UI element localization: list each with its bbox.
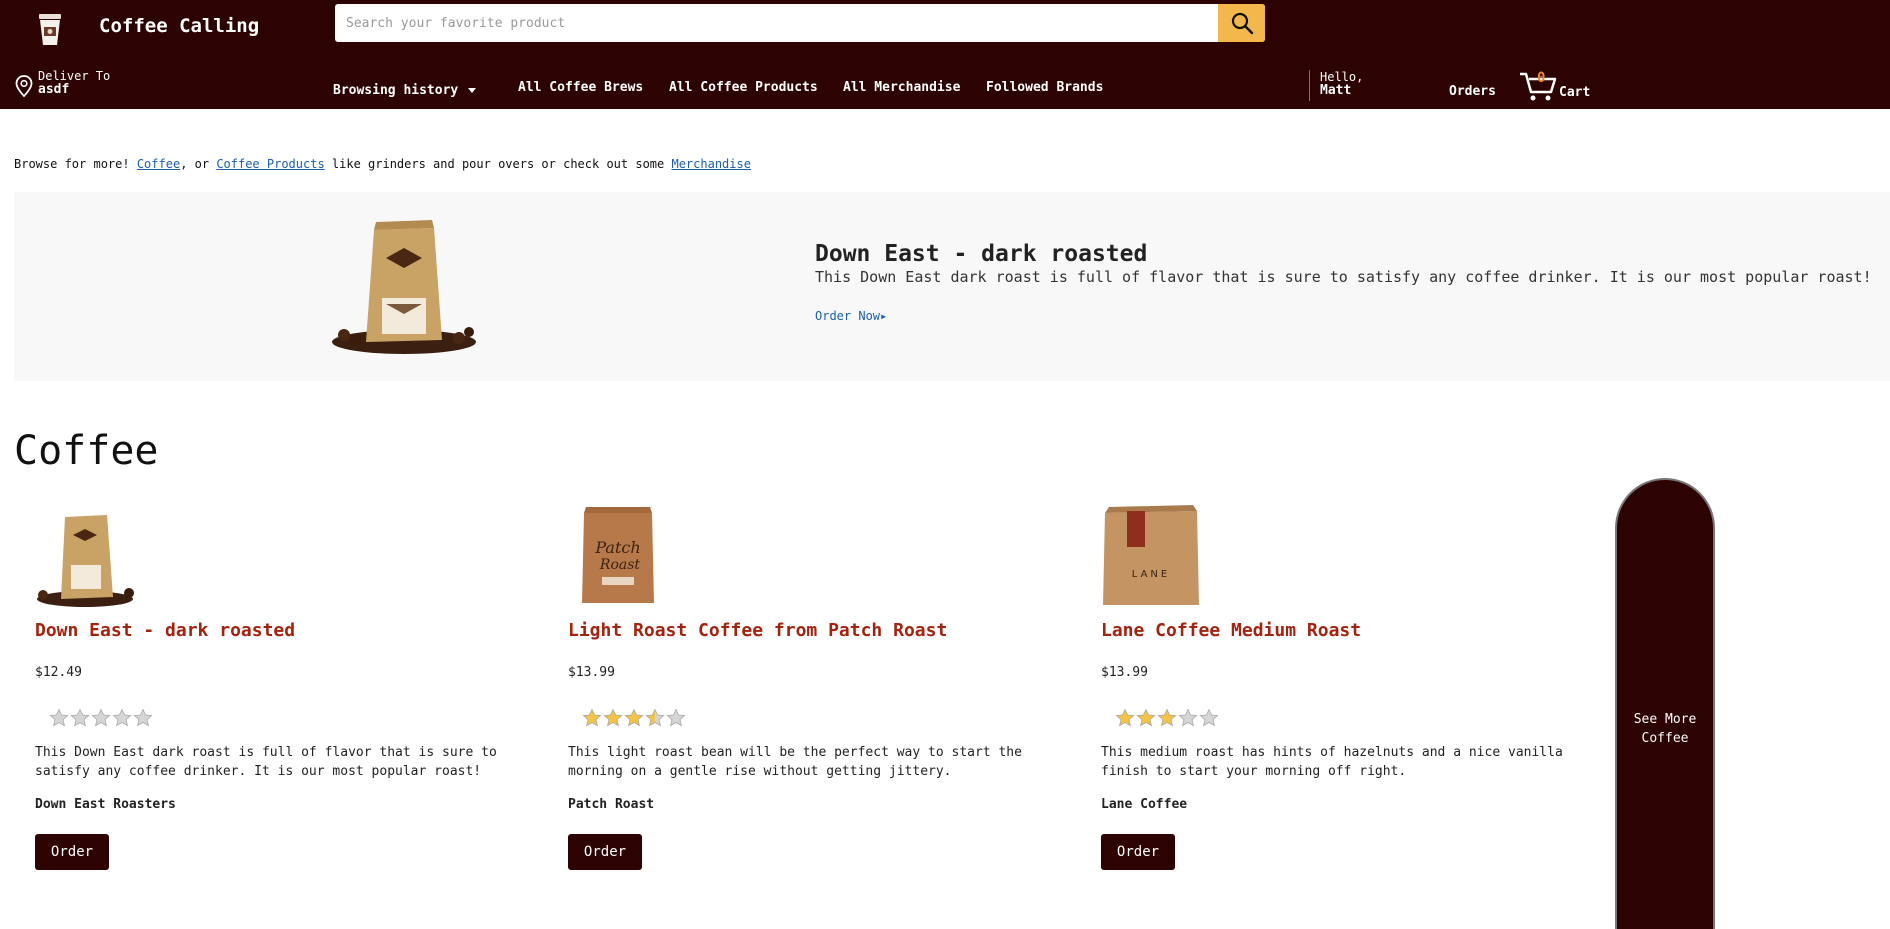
search-icon (1231, 12, 1253, 35)
star-icon (133, 708, 153, 728)
star-rating (49, 708, 154, 728)
nav-all-coffee-brews[interactable]: All Coffee Brews (518, 80, 643, 95)
product-card: Patch Roast Light Roast Coffee from Patc… (568, 505, 1068, 885)
svg-text:Roast: Roast (599, 557, 641, 573)
star-icon (1115, 708, 1135, 728)
browse-mid1: , or (180, 157, 217, 171)
product-name[interactable]: Down East - dark roasted (35, 620, 295, 641)
product-image[interactable]: LANE (1101, 505, 1201, 610)
star-icon (1136, 708, 1156, 728)
star-rating (582, 708, 687, 728)
nav-browsing-history-label: Browsing history (333, 83, 459, 98)
search-button[interactable] (1218, 4, 1265, 42)
star-icon (49, 708, 69, 728)
star-icon (91, 708, 111, 728)
merchandise-link[interactable]: Merchandise (671, 157, 750, 171)
browse-more-text: Browse for more! Coffee, or Coffee Produ… (14, 157, 751, 171)
nav-all-coffee-products[interactable]: All Coffee Products (669, 80, 818, 95)
cart-button[interactable]: 0 Cart (1519, 70, 1590, 102)
see-more-coffee-button[interactable]: See More Coffee (1615, 478, 1715, 929)
star-icon (603, 708, 623, 728)
browse-mid2: like grinders and pour overs or check ou… (324, 157, 672, 171)
browse-prefix: Browse for more! (14, 157, 137, 171)
deliver-value: asdf (38, 82, 70, 97)
product-price: $13.99 (568, 665, 615, 680)
featured-product-image[interactable] (324, 210, 484, 360)
order-button[interactable]: Order (568, 834, 642, 870)
featured-banner: Down East - dark roasted This Down East … (14, 192, 1890, 381)
see-more-label: See More Coffee (1633, 712, 1697, 746)
star-icon (1199, 708, 1219, 728)
nav-followed-brands[interactable]: Followed Brands (986, 80, 1103, 95)
star-rating (1115, 708, 1220, 728)
star-icon (582, 708, 602, 728)
product-image[interactable] (35, 505, 135, 610)
user-name: Matt (1320, 83, 1352, 98)
coffee-cup-logo-icon[interactable] (36, 12, 64, 46)
product-description: This Down East dark roast is full of fla… (35, 745, 497, 779)
top-header: Coffee Calling Deliver To asdf Browsing … (0, 0, 1890, 109)
header-divider (1309, 70, 1310, 101)
nav-all-merchandise[interactable]: All Merchandise (843, 80, 960, 95)
deliver-label: Deliver To (38, 69, 111, 83)
orders-link[interactable]: Orders (1449, 84, 1496, 99)
account-greeting[interactable]: Hello, Matt (1320, 70, 1363, 98)
product-name[interactable]: Lane Coffee Medium Roast (1101, 620, 1361, 641)
product-name[interactable]: Light Roast Coffee from Patch Roast (568, 620, 947, 641)
svg-text:LANE: LANE (1132, 569, 1170, 580)
product-card: Down East - dark roasted $12.49 This Dow… (35, 505, 535, 885)
product-image[interactable]: Patch Roast (568, 505, 668, 610)
product-brand[interactable]: Patch Roast (568, 797, 654, 812)
star-icon (645, 708, 665, 728)
svg-text:Patch: Patch (594, 538, 640, 557)
product-price: $12.49 (35, 665, 82, 680)
product-description: This medium roast has hints of hazelnuts… (1101, 745, 1563, 779)
order-button[interactable]: Order (35, 834, 109, 870)
section-title: Coffee (14, 428, 159, 474)
deliver-to[interactable]: Deliver To asdf (14, 69, 110, 98)
cart-count-badge: 0 (1537, 70, 1546, 86)
search-bar (335, 4, 1265, 42)
coffee-link[interactable]: Coffee (137, 157, 180, 171)
star-icon (666, 708, 686, 728)
star-icon (1157, 708, 1177, 728)
order-now-link[interactable]: Order Now▸ (815, 309, 887, 323)
nav-browsing-history[interactable]: Browsing history (333, 83, 477, 98)
coffee-products-link[interactable]: Coffee Products (216, 157, 324, 171)
featured-description: This Down East dark roast is full of fla… (815, 268, 1872, 286)
hello-label: Hello, (1320, 70, 1364, 84)
product-card: LANE Lane Coffee Medium Roast $13.99 Thi… (1101, 505, 1601, 885)
caret-down-icon (468, 88, 477, 93)
star-icon (70, 708, 90, 728)
location-pin-icon (15, 75, 33, 98)
star-icon (112, 708, 132, 728)
featured-title: Down East - dark roasted (815, 241, 1148, 267)
search-input[interactable] (335, 4, 1218, 42)
product-description: This light roast bean will be the perfec… (568, 745, 1022, 779)
product-price: $13.99 (1101, 665, 1148, 680)
star-icon (1178, 708, 1198, 728)
order-button[interactable]: Order (1101, 834, 1175, 870)
brand-name[interactable]: Coffee Calling (99, 15, 259, 37)
product-brand[interactable]: Down East Roasters (35, 797, 176, 812)
star-icon (624, 708, 644, 728)
product-brand[interactable]: Lane Coffee (1101, 797, 1187, 812)
cart-label: Cart (1559, 85, 1591, 100)
